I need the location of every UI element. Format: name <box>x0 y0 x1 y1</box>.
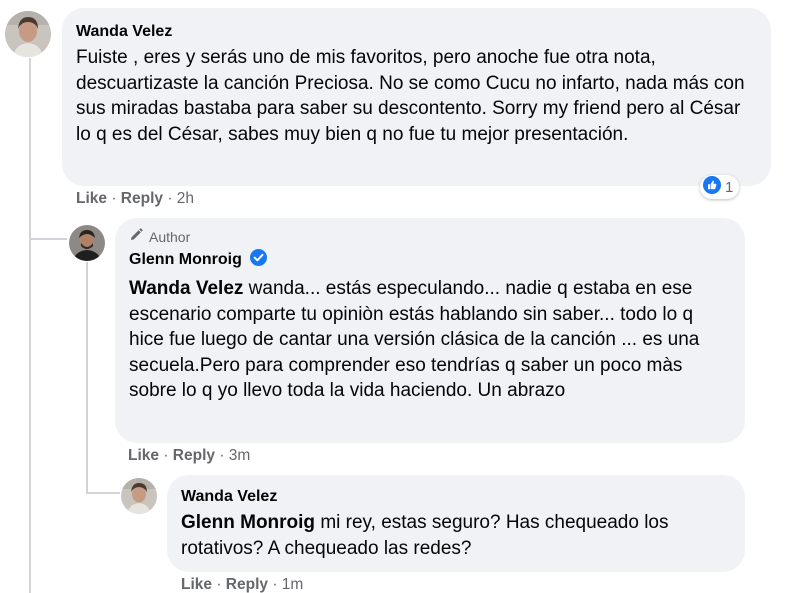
verified-badge-icon <box>250 249 268 272</box>
reaction-summary[interactable]: 1 <box>700 175 740 199</box>
separator: · <box>111 190 121 207</box>
comment-actions: Like · Reply · 3m <box>128 446 250 466</box>
separator: · <box>163 447 173 464</box>
like-thumb-icon <box>703 175 721 199</box>
separator: · <box>167 190 177 207</box>
comment-bubble: Wanda Velez Glenn Monroig mi rey, estas … <box>167 475 745 572</box>
mention-link[interactable]: Glenn Monroig <box>181 512 315 533</box>
separator: · <box>219 447 229 464</box>
thread-line <box>86 262 88 492</box>
separator: · <box>272 576 282 593</box>
avatar[interactable] <box>5 11 51 57</box>
mention-link[interactable]: Wanda Velez <box>129 278 243 299</box>
comment-text: Fuiste , eres y serás uno de mis favorit… <box>76 47 745 145</box>
comment-bubble: Wanda Velez Fuiste , eres y serás uno de… <box>62 8 771 186</box>
reaction-count: 1 <box>725 178 734 196</box>
avatar[interactable] <box>121 478 157 514</box>
comment-body: Glenn Monroig mi rey, estas seguro? Has … <box>181 510 731 561</box>
comment-timestamp[interactable]: 2h <box>177 190 194 207</box>
author-badge-label: Author <box>149 228 191 245</box>
thread-branch-line <box>29 238 67 240</box>
comment-author[interactable]: Glenn Monroig <box>129 251 242 268</box>
comment-timestamp[interactable]: 3m <box>229 447 251 464</box>
reply-button[interactable]: Reply <box>226 576 268 593</box>
comment-timestamp[interactable]: 1m <box>282 576 304 593</box>
pencil-icon <box>129 228 149 245</box>
comment-actions: Like · Reply · 2h <box>76 189 194 209</box>
like-button[interactable]: Like <box>128 447 159 464</box>
like-button[interactable]: Like <box>76 190 107 207</box>
comment-author[interactable]: Wanda Velez <box>76 22 757 42</box>
separator: · <box>216 576 226 593</box>
comment-author[interactable]: Wanda Velez <box>181 487 731 507</box>
reply-button[interactable]: Reply <box>173 447 215 464</box>
comment-actions: Like · Reply · 1m <box>181 575 303 593</box>
reply-button[interactable]: Reply <box>121 190 163 207</box>
author-badge: Author <box>129 228 731 245</box>
thread-line <box>29 58 31 593</box>
avatar[interactable] <box>69 225 105 261</box>
comment-body: Wanda Velez wanda... estás especulando..… <box>129 276 731 404</box>
comment-bubble: Author Glenn Monroig Wanda Velez wanda..… <box>115 218 745 443</box>
thread-branch-line <box>86 492 120 494</box>
like-button[interactable]: Like <box>181 576 212 593</box>
